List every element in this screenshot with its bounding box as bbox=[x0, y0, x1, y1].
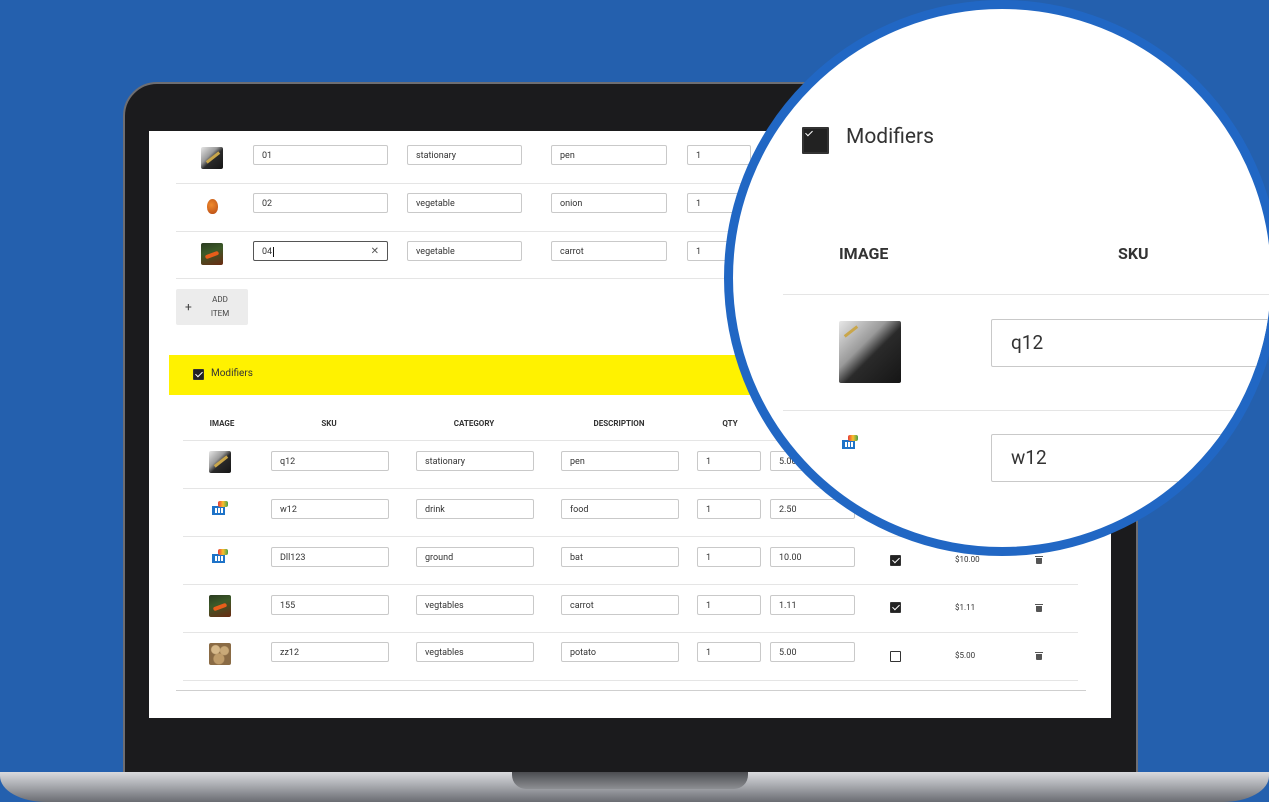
description-input[interactable]: pen bbox=[551, 145, 667, 165]
column-header-description: DESCRIPTION bbox=[593, 419, 645, 428]
laptop-notch bbox=[512, 772, 748, 789]
description-input[interactable]: food bbox=[561, 499, 679, 519]
description-input[interactable]: pen bbox=[561, 451, 679, 471]
add-item-label-line1: ADD bbox=[212, 295, 228, 304]
qty-input[interactable]: 1 bbox=[697, 451, 761, 471]
column-header-image: IMAGE bbox=[209, 419, 235, 428]
row-total: $5.00 bbox=[955, 651, 976, 660]
zoom-row-divider bbox=[783, 294, 1269, 295]
zoom-row-divider bbox=[783, 410, 1269, 411]
qty-input[interactable]: 1 bbox=[697, 595, 761, 615]
add-item-button[interactable]: + ADD ITEM bbox=[176, 289, 248, 325]
row-total: $1.11 bbox=[955, 603, 976, 612]
row-divider bbox=[183, 584, 1078, 585]
row-checkbox[interactable] bbox=[890, 602, 901, 613]
column-header-category: CATEGORY bbox=[453, 419, 495, 428]
row-checkbox[interactable] bbox=[890, 555, 901, 566]
sku-input[interactable]: Dll123 bbox=[271, 547, 389, 567]
row-total: $10.00 bbox=[955, 555, 980, 564]
pen-image bbox=[201, 147, 223, 169]
category-input[interactable]: ground bbox=[416, 547, 534, 567]
delete-icon[interactable] bbox=[1035, 556, 1043, 564]
column-header-sku: SKU bbox=[321, 419, 337, 428]
zoom-cart-image bbox=[839, 433, 907, 493]
zoom-magnifier: Modifiers IMAGE SKU q12 w12 bbox=[724, 0, 1269, 556]
category-input[interactable]: vegtables bbox=[416, 595, 534, 615]
description-input[interactable]: potato bbox=[561, 642, 679, 662]
category-input[interactable]: vegetable bbox=[407, 193, 522, 213]
zoom-pen-image bbox=[839, 321, 901, 383]
cart-image bbox=[209, 499, 231, 521]
sku-input[interactable]: w12 bbox=[271, 499, 389, 519]
category-input[interactable]: vegtables bbox=[416, 642, 534, 662]
sku-input[interactable]: 02 bbox=[253, 193, 388, 213]
pen-image bbox=[209, 451, 231, 473]
description-input[interactable]: carrot bbox=[561, 595, 679, 615]
category-input[interactable]: stationary bbox=[407, 145, 522, 165]
row-divider bbox=[183, 632, 1078, 633]
column-header-qty: QTY bbox=[722, 419, 738, 428]
cart-image bbox=[209, 547, 231, 569]
description-input[interactable]: carrot bbox=[551, 241, 667, 261]
plus-icon: + bbox=[185, 300, 192, 314]
potato-image bbox=[209, 643, 231, 665]
price-input[interactable]: 1.11 bbox=[770, 595, 855, 615]
qty-input[interactable]: 1 bbox=[697, 642, 761, 662]
category-input[interactable]: stationary bbox=[416, 451, 534, 471]
zoom-sku-input: q12 bbox=[991, 319, 1269, 367]
carrot-image bbox=[209, 595, 231, 617]
modifiers-checkbox[interactable] bbox=[193, 369, 204, 380]
price-input[interactable]: 10.00 bbox=[770, 547, 855, 567]
sku-value: 04 bbox=[262, 247, 273, 257]
row-checkbox[interactable] bbox=[890, 651, 901, 662]
delete-icon[interactable] bbox=[1035, 604, 1043, 612]
category-input[interactable]: drink bbox=[416, 499, 534, 519]
add-item-label-line2: ITEM bbox=[210, 309, 230, 318]
zoom-column-header-image: IMAGE bbox=[839, 244, 889, 263]
sku-input[interactable]: 04 ✕ bbox=[253, 241, 388, 261]
sku-input[interactable]: 01 bbox=[253, 145, 388, 165]
zoom-modifiers-checkbox bbox=[802, 127, 829, 154]
row-divider bbox=[183, 680, 1078, 681]
carrot-image bbox=[201, 243, 223, 265]
zoom-modifiers-label: Modifiers bbox=[846, 125, 934, 149]
description-input[interactable]: bat bbox=[561, 547, 679, 567]
section-divider bbox=[176, 690, 1086, 691]
sku-input[interactable]: zz12 bbox=[271, 642, 389, 662]
sku-input[interactable]: 155 bbox=[271, 595, 389, 615]
qty-input[interactable]: 1 bbox=[697, 547, 761, 567]
description-input[interactable]: onion bbox=[551, 193, 667, 213]
clear-icon[interactable]: ✕ bbox=[371, 242, 379, 260]
sku-input[interactable]: q12 bbox=[271, 451, 389, 471]
text-cursor bbox=[273, 247, 275, 257]
qty-input[interactable]: 1 bbox=[687, 145, 751, 165]
price-input[interactable]: 5.00 bbox=[770, 642, 855, 662]
zoom-column-header-sku: SKU bbox=[1118, 244, 1149, 263]
onion-image bbox=[201, 195, 223, 217]
zoom-sku-input: w12 bbox=[991, 434, 1269, 482]
modifiers-label: Modifiers bbox=[211, 368, 253, 379]
category-input[interactable]: vegetable bbox=[407, 241, 522, 261]
delete-icon[interactable] bbox=[1035, 652, 1043, 660]
qty-input[interactable]: 1 bbox=[697, 499, 761, 519]
